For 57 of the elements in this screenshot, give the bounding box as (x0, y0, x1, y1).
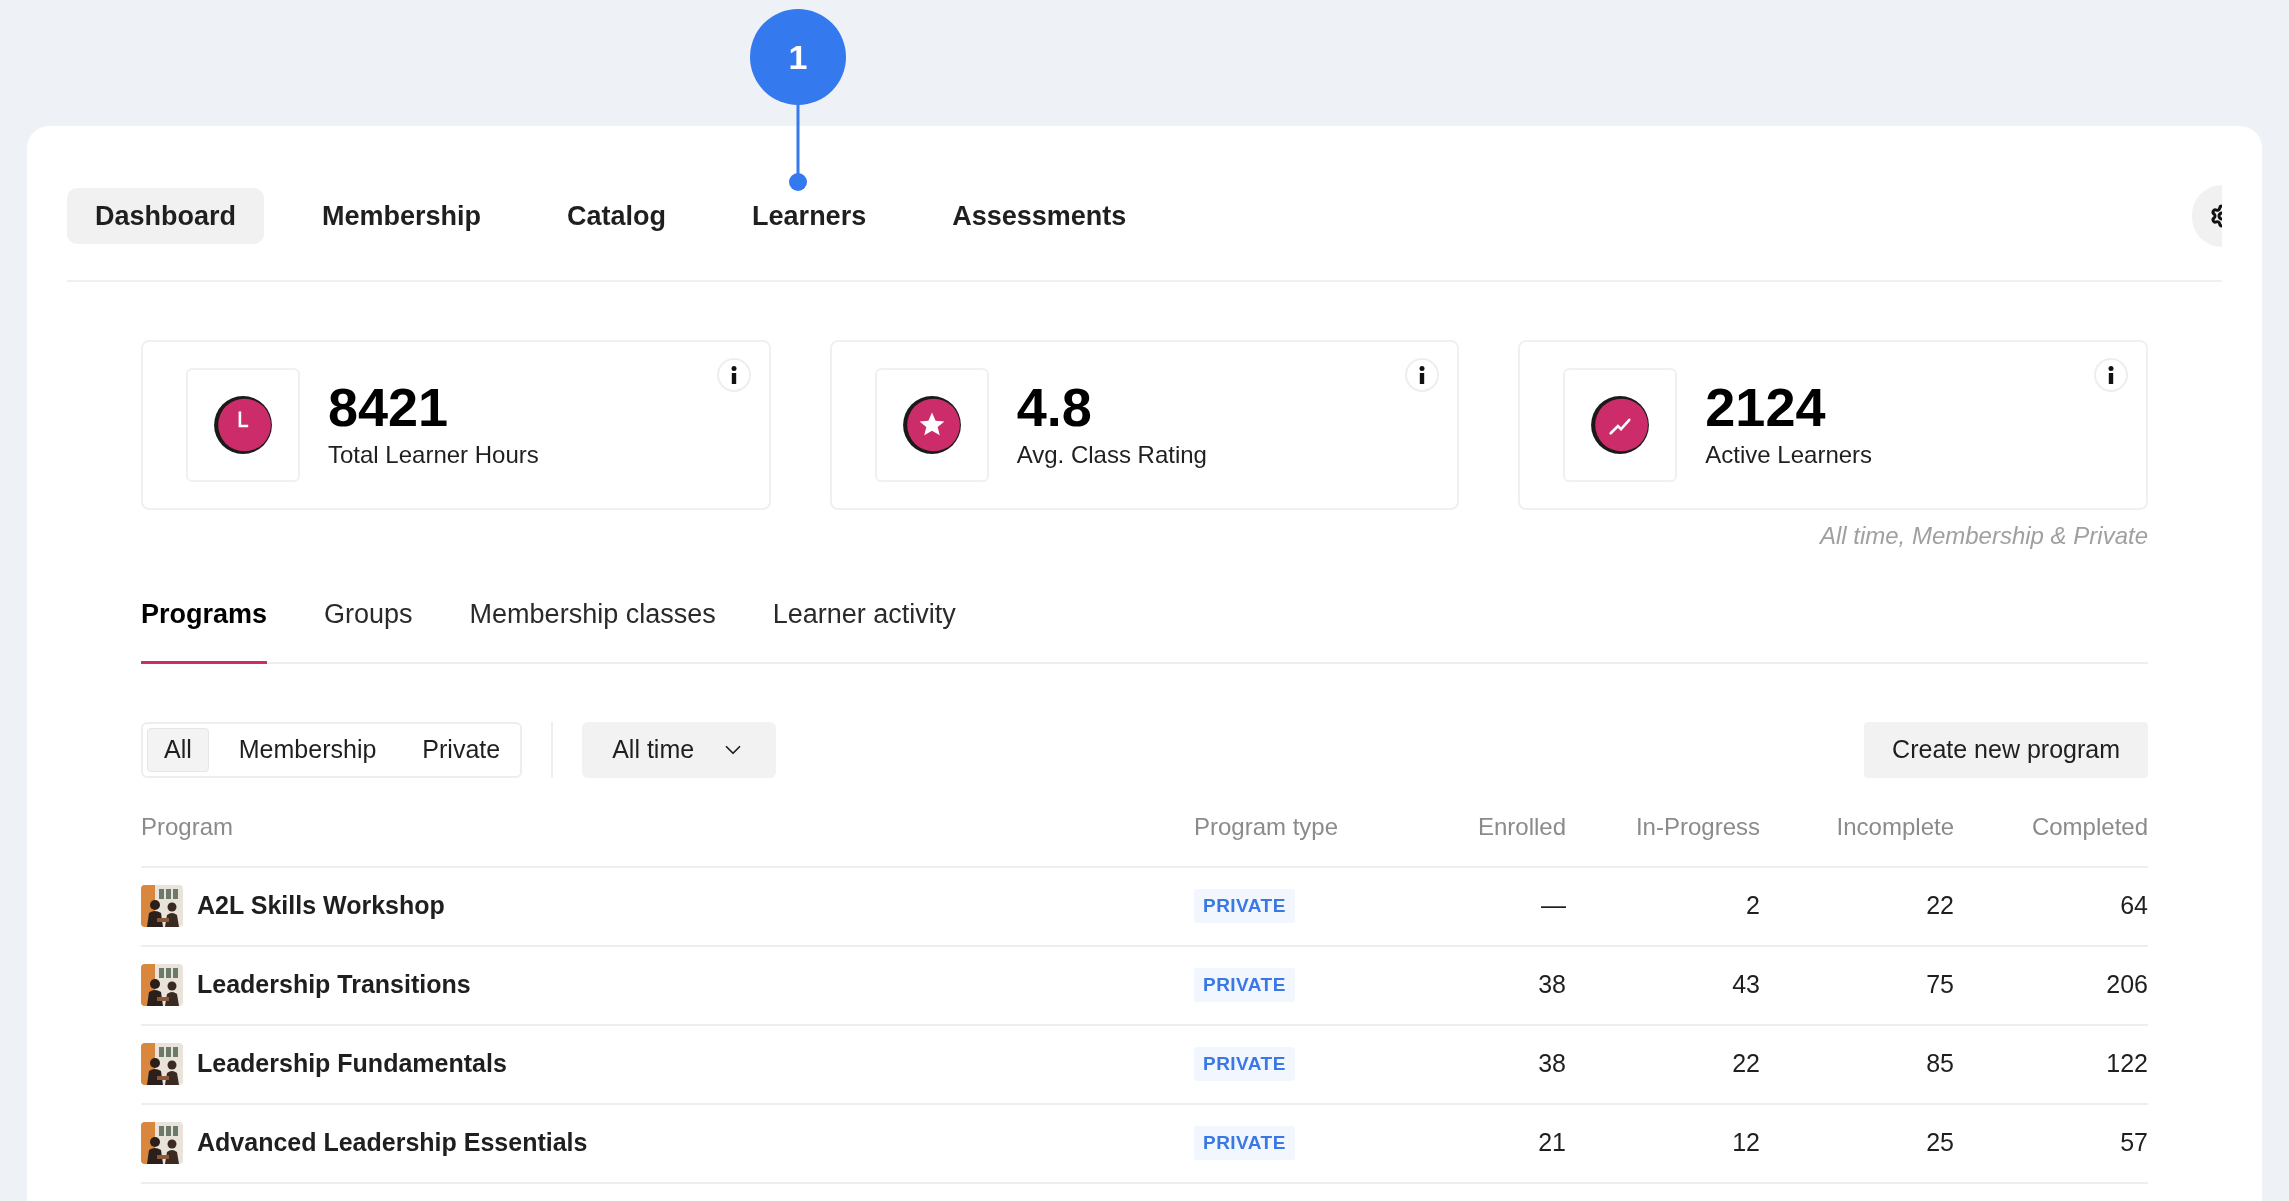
callout-badge: 1 (750, 9, 846, 105)
stat-label: Active Learners (1705, 440, 1873, 470)
program-name[interactable]: Advanced Leadership Essentials (197, 1124, 588, 1162)
filter-option[interactable]: All (147, 727, 209, 772)
nav-tab[interactable]: Membership (294, 188, 510, 244)
stat-label: Total Learner Hours (328, 440, 539, 470)
column-header: Program (141, 787, 1194, 868)
trend-icon (1589, 394, 1652, 456)
table-cell-text: — (1541, 890, 1566, 922)
info-icon[interactable] (1405, 358, 1440, 392)
stat-label: Avg. Class Rating (1016, 440, 1207, 470)
type-tag: PRIVATE (1194, 967, 1295, 1003)
type-tag: PRIVATE (1194, 888, 1295, 924)
table-cell-text: 57 (2120, 1127, 2148, 1159)
table-cell-text: 25 (1926, 1127, 1954, 1159)
type-tag: PRIVATE (1194, 1046, 1295, 1082)
program-name[interactable]: Leadership Transitions (197, 966, 471, 1004)
table-cell-text: 22 (1926, 890, 1954, 922)
stat-value: 4.8 (1016, 377, 1093, 437)
table-cell-text: 22 (1732, 1048, 1760, 1080)
table-cell-text: 64 (2120, 890, 2148, 922)
section-tab[interactable]: Membership classes (469, 594, 716, 664)
table-cell-text: 206 (2106, 969, 2148, 1001)
column-header: Completed (1954, 787, 2148, 868)
period-dropdown[interactable]: All time (582, 721, 777, 778)
section-tab[interactable]: Programs (141, 594, 268, 664)
column-header: In-Progress (1566, 787, 1760, 868)
section-tab[interactable]: Groups (324, 594, 413, 664)
nav-tab[interactable]: Assessments (924, 188, 1155, 244)
nav-tab[interactable]: Dashboard (67, 188, 265, 244)
section-tab[interactable]: Learner activity (772, 594, 956, 664)
type-tag: PRIVATE (1194, 1125, 1295, 1161)
program-name[interactable]: A2L Skills Workshop (197, 887, 445, 925)
nav-tab[interactable]: Learners (724, 188, 895, 244)
column-header: Enrolled (1372, 787, 1566, 868)
table-cell-text: 75 (1926, 969, 1954, 1001)
table-cell-text: 2 (1746, 890, 1760, 922)
column-header: Program type (1194, 787, 1372, 868)
table-cell-text: 85 (1926, 1048, 1954, 1080)
info-icon[interactable] (716, 358, 751, 392)
stat-value: 8421 (328, 377, 450, 437)
column-header: Incomplete (1760, 787, 1954, 868)
nav-tab[interactable]: Catalog (539, 188, 695, 244)
filter-option[interactable]: Membership (222, 727, 393, 772)
table-cell-text: 38 (1538, 969, 1566, 1001)
info-icon[interactable] (2094, 358, 2128, 392)
stats-note: All time, Membership & Private (1819, 521, 2148, 551)
table-cell-text: 43 (1732, 969, 1760, 1001)
table-cell-text: 21 (1538, 1127, 1566, 1159)
stat-value: 2124 (1705, 377, 1827, 437)
create-program-button[interactable]: Create new program (1864, 721, 2148, 778)
table-cell-text: 38 (1538, 1048, 1566, 1080)
program-name[interactable]: Leadership Fundamentals (197, 1045, 507, 1083)
clock-icon (212, 394, 274, 456)
table-cell-text: 122 (2106, 1048, 2148, 1080)
table-cell-text: 12 (1732, 1127, 1760, 1159)
filter-option[interactable]: Private (406, 727, 517, 772)
